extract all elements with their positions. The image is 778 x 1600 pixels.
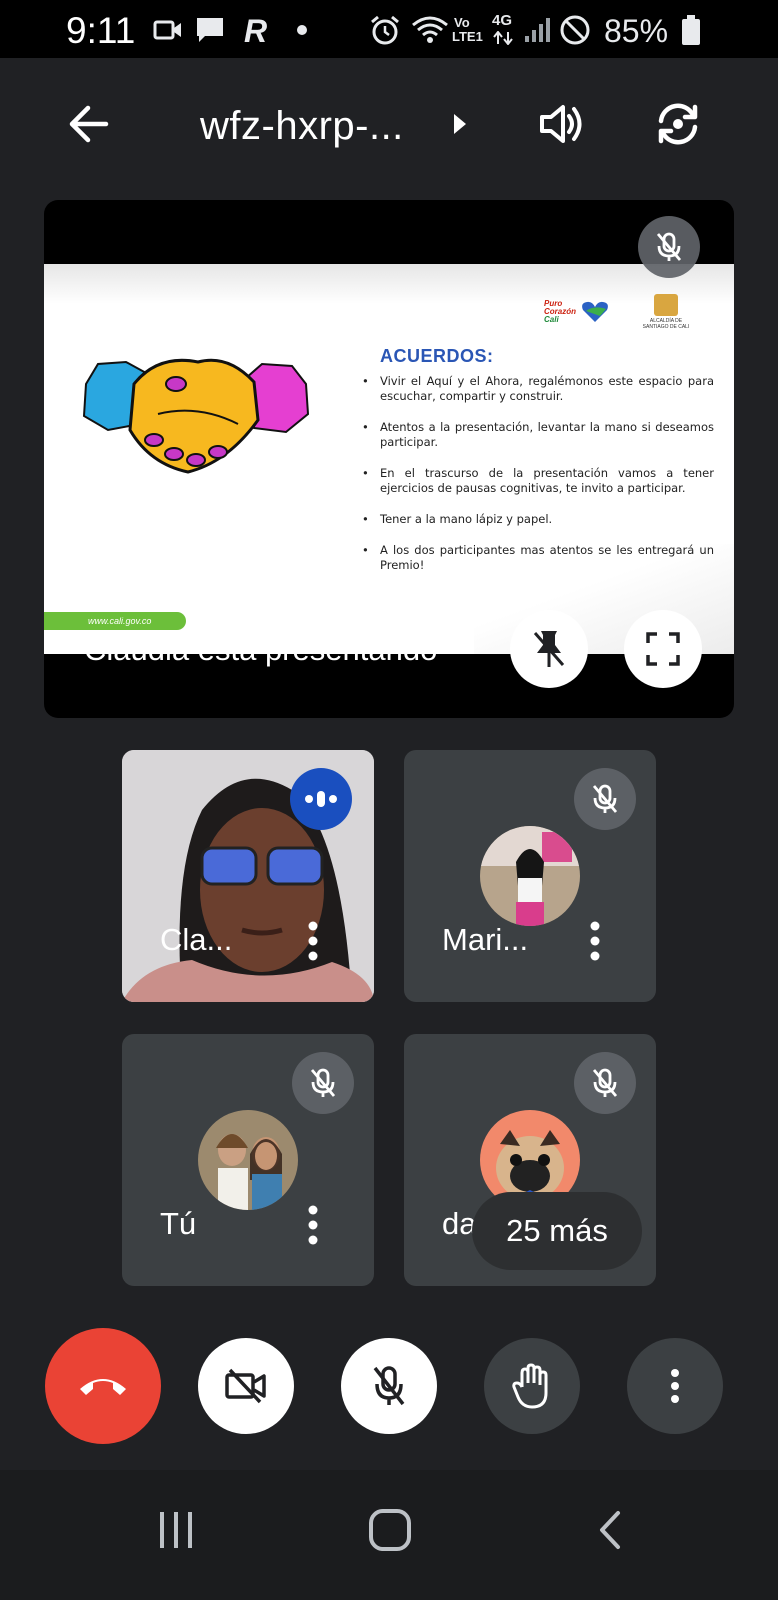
muted-mic-icon (574, 1052, 636, 1114)
meeting-code[interactable]: wfz-hxrp-... (200, 104, 404, 149)
slide-bullet: Tener a la mano lápiz y papel. (362, 512, 714, 527)
alarm-icon (368, 14, 402, 46)
status-time: 9:11 (66, 10, 136, 51)
more-participants-button[interactable]: 25 más (472, 1192, 642, 1270)
back-button[interactable] (58, 94, 118, 154)
handshake-image (78, 344, 314, 484)
participant-options-button[interactable] (298, 916, 328, 966)
slide-bullet: Vivir el Aquí y el Ahora, regalémonos es… (362, 374, 714, 404)
speaker-button[interactable] (532, 94, 592, 154)
participant-options-button[interactable] (298, 1200, 328, 1250)
unpin-button[interactable] (510, 610, 588, 688)
video-status-icon (152, 14, 184, 46)
fullscreen-button[interactable] (624, 610, 702, 688)
participant-tile[interactable]: Cla... (122, 750, 374, 1002)
signal-icon (522, 14, 552, 46)
dot-icon (294, 14, 310, 46)
lte-label: LTE1 (452, 29, 483, 44)
message-status-icon (194, 14, 226, 46)
participant-name: Mari... (442, 922, 529, 957)
presenter-label: Claudia está presentando (84, 632, 438, 667)
presentation-muted-mic-icon (638, 216, 700, 278)
volte-label: Vo (454, 15, 470, 30)
network-gen-label: 4G (492, 12, 513, 29)
recent-apps-button[interactable] (146, 1500, 206, 1560)
participant-tile[interactable]: Mari... (404, 750, 656, 1002)
system-navigation-bar (0, 1470, 778, 1600)
avatar (480, 826, 580, 926)
slide-bullet: Atentos a la presentación, levantar la m… (362, 420, 714, 450)
puro-corazon-logo: Puro Corazón Cali (544, 300, 610, 324)
participant-name: Tú (160, 1206, 197, 1241)
presentation-slide: Puro Corazón Cali ALCALDÍA DE SANTIAGO D… (44, 264, 734, 654)
slide-bullet: A los dos participantes mas atentos se l… (362, 543, 714, 573)
slide-heading: ACUERDOS: (380, 346, 494, 366)
battery-icon (680, 14, 702, 46)
slide-bullets: Vivir el Aquí y el Ahora, regalémonos es… (362, 374, 714, 589)
meeting-details-chevron-icon[interactable] (440, 94, 480, 154)
alcaldia-logo: ALCALDÍA DE SANTIAGO DE CALI (636, 294, 696, 330)
muted-mic-icon (292, 1052, 354, 1114)
battery-percent: 85% (604, 13, 669, 49)
more-options-button[interactable] (627, 1338, 723, 1434)
do-not-disturb-icon (558, 14, 592, 46)
wifi-icon (410, 14, 450, 46)
meeting-header: wfz-hxrp-... (0, 58, 778, 198)
switch-camera-button[interactable] (648, 94, 708, 154)
status-bar: 9:11 R Vo LTE1 4G 85% (0, 0, 778, 58)
data-arrows-icon (492, 30, 514, 46)
avatar (198, 1110, 298, 1210)
slide-bullet: En el trascurso de la presentación vamos… (362, 466, 714, 496)
participant-tile-self[interactable]: Tú (122, 1034, 374, 1286)
participant-options-button[interactable] (580, 916, 610, 966)
home-button[interactable] (360, 1500, 420, 1560)
slide-logos: Puro Corazón Cali ALCALDÍA DE SANTIAGO D… (544, 294, 696, 330)
back-nav-button[interactable] (580, 1500, 640, 1560)
participant-name: Cla... (160, 922, 233, 957)
speaking-indicator-icon (290, 768, 352, 830)
presentation-tile[interactable]: Puro Corazón Cali ALCALDÍA DE SANTIAGO D… (44, 200, 734, 718)
slide-website-link: www.cali.gov.co (44, 612, 186, 630)
app-r-icon: R (244, 13, 268, 49)
crest-icon (654, 294, 678, 316)
end-call-button[interactable] (45, 1328, 161, 1444)
camera-toggle-button[interactable] (198, 1338, 294, 1434)
mic-toggle-button[interactable] (341, 1338, 437, 1434)
muted-mic-icon (574, 768, 636, 830)
raise-hand-button[interactable] (484, 1338, 580, 1434)
